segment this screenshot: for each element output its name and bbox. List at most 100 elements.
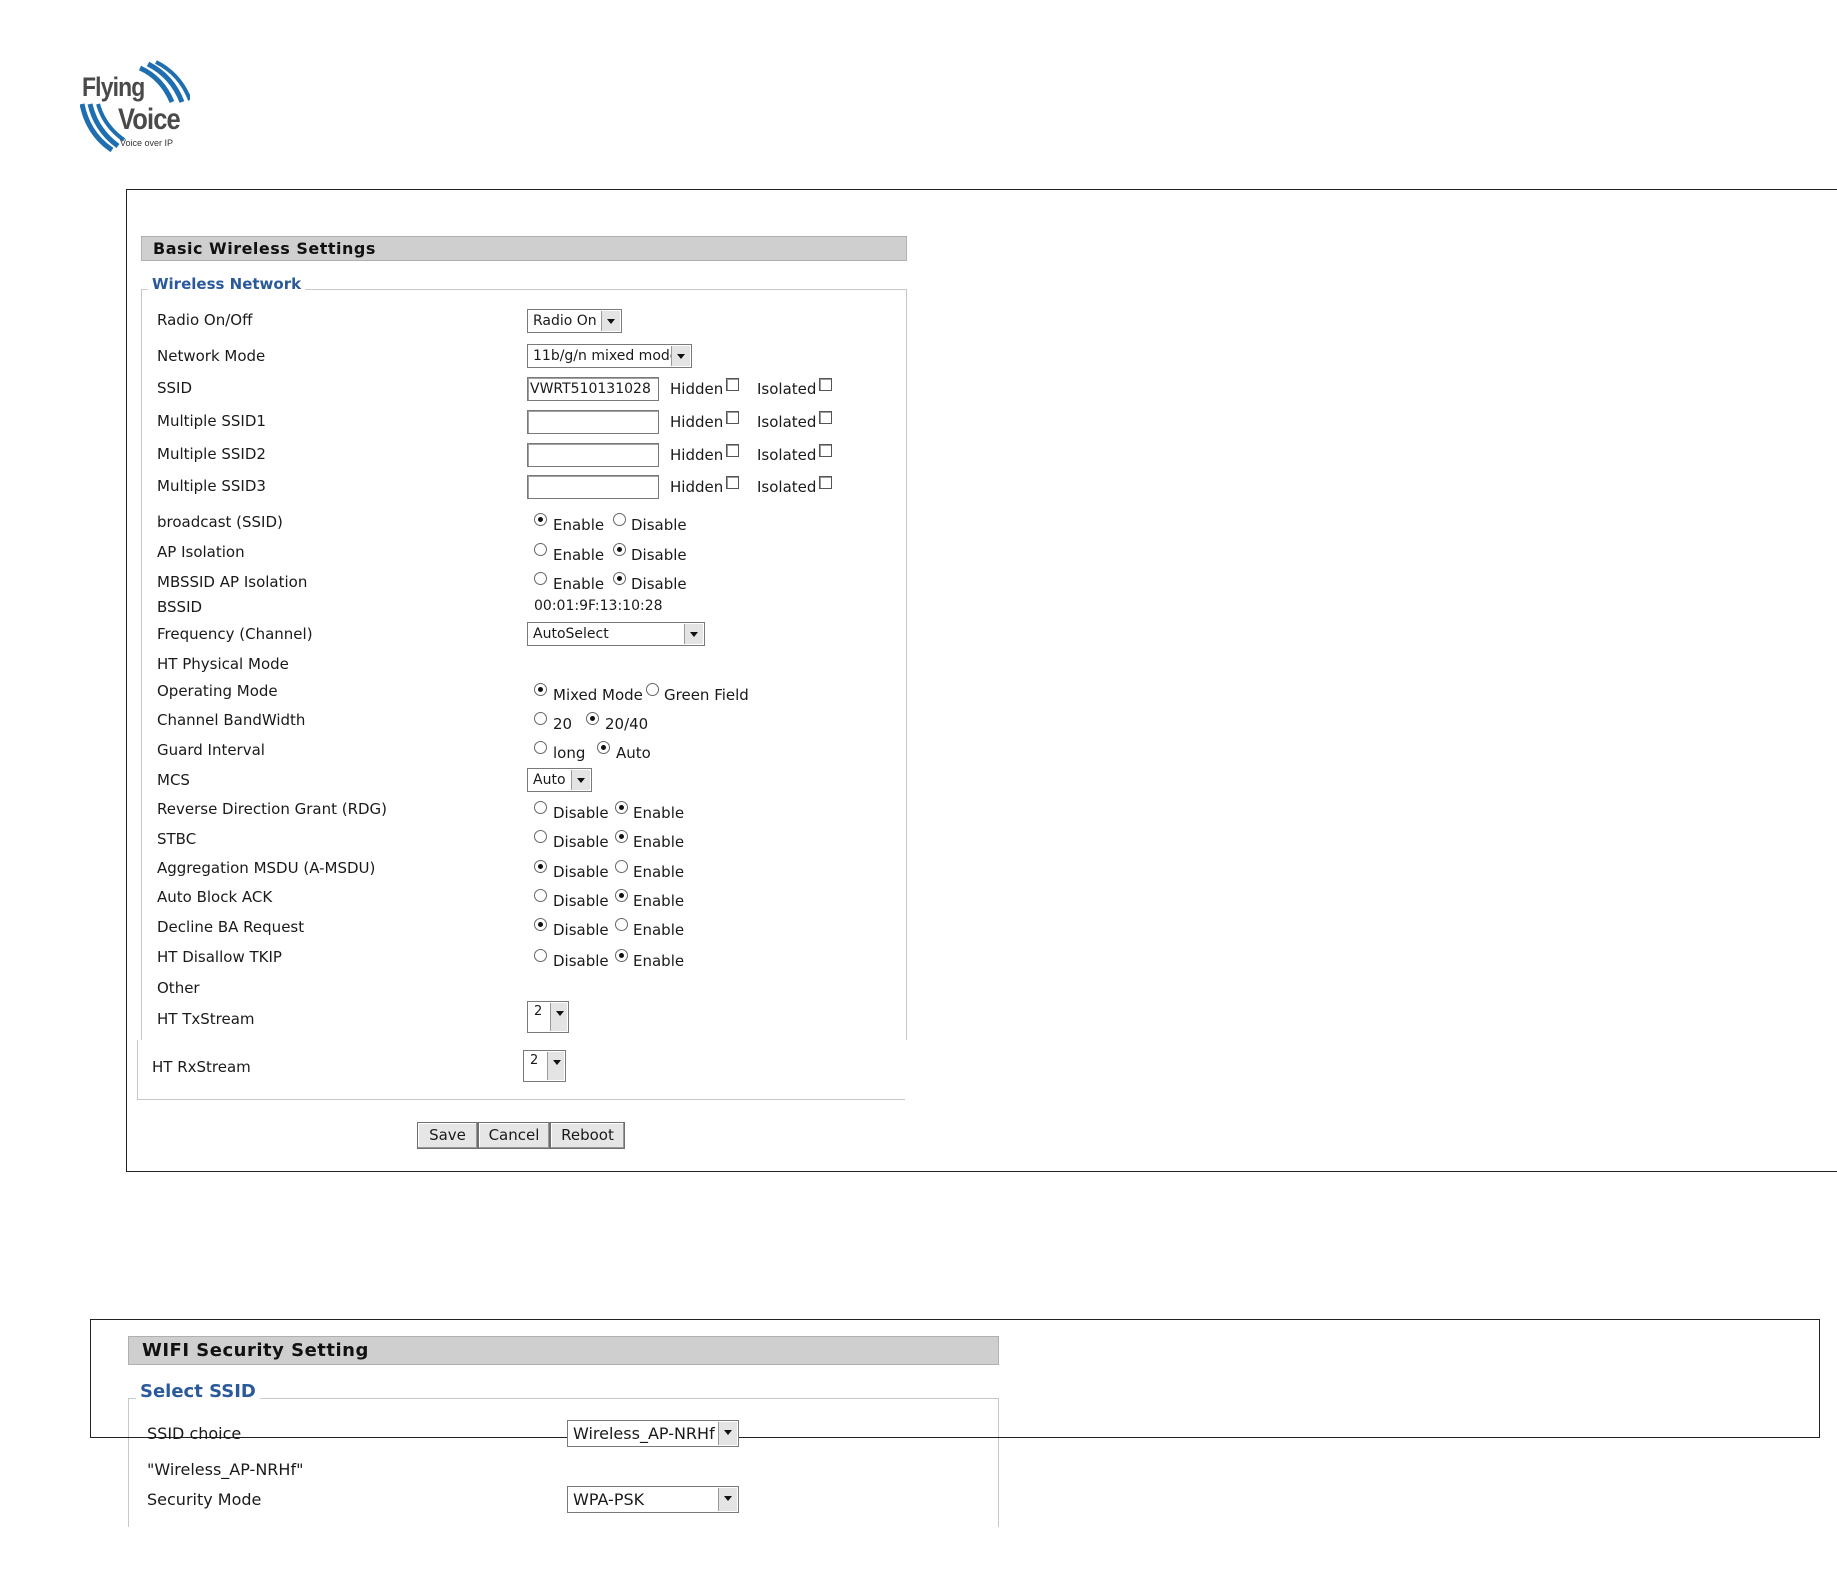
ht-tkip-disable-radio[interactable] bbox=[534, 949, 547, 962]
ap-isolation-enable-radio[interactable] bbox=[534, 543, 547, 556]
ssid-input[interactable]: VWRT510131028 bbox=[527, 377, 659, 401]
chevron-down-icon[interactable] bbox=[718, 1488, 737, 1511]
decline-ba-label: Decline BA Request bbox=[157, 918, 305, 936]
ht-rxstream-label: HT RxStream bbox=[152, 1058, 251, 1076]
amsdu-enable-label: Enable bbox=[633, 863, 685, 881]
ht-disallow-tkip-label: HT Disallow TKIP bbox=[157, 948, 282, 966]
operating-mode-label: Operating Mode bbox=[157, 682, 278, 700]
mbssid-isolation-enable-label: Enable bbox=[553, 575, 605, 593]
multiple-ssid2-hidden-checkbox[interactable] bbox=[726, 444, 739, 457]
decline-ba-enable-radio[interactable] bbox=[615, 918, 628, 931]
amsdu-disable-radio[interactable] bbox=[534, 860, 547, 873]
ssid-choice-label: SSID choice bbox=[147, 1424, 242, 1443]
mcs-select[interactable]: Auto bbox=[527, 768, 592, 792]
chevron-down-icon[interactable] bbox=[571, 770, 590, 790]
rdg-disable-radio[interactable] bbox=[534, 801, 547, 814]
mcs-label: MCS bbox=[157, 771, 190, 789]
amsdu-enable-radio[interactable] bbox=[615, 860, 628, 873]
network-mode-value: 11b/g/n mixed mode bbox=[533, 348, 679, 364]
security-mode-value: WPA-PSK bbox=[573, 1490, 645, 1509]
auto-block-ack-disable-radio[interactable] bbox=[534, 889, 547, 902]
amsdu-label: Aggregation MSDU (A-MSDU) bbox=[157, 859, 376, 877]
auto-block-ack-enable-radio[interactable] bbox=[615, 889, 628, 902]
cancel-button[interactable]: Cancel bbox=[478, 1122, 550, 1149]
security-mode-select[interactable]: WPA-PSK bbox=[567, 1486, 739, 1513]
auto-block-ack-enable-label: Enable bbox=[633, 892, 685, 910]
multiple-ssid1-label: Multiple SSID1 bbox=[157, 412, 266, 430]
ht-txstream-value: 2 bbox=[534, 1004, 543, 1019]
save-button[interactable]: Save bbox=[417, 1122, 478, 1149]
multiple-ssid3-hidden-checkbox[interactable] bbox=[726, 476, 739, 489]
bandwidth-20-radio[interactable] bbox=[534, 712, 547, 725]
multiple-ssid2-isolated-checkbox[interactable] bbox=[819, 444, 832, 457]
multiple-ssid2-label: Multiple SSID2 bbox=[157, 445, 266, 463]
broadcast-enable-label: Enable bbox=[553, 516, 605, 534]
channel-bandwidth-label: Channel BandWidth bbox=[157, 711, 306, 729]
ht-tkip-disable-label: Disable bbox=[553, 952, 609, 970]
guard-auto-label: Auto bbox=[616, 744, 651, 762]
guard-interval-label: Guard Interval bbox=[157, 741, 265, 759]
ssid-choice-select[interactable]: Wireless_AP-NRHf bbox=[567, 1420, 739, 1447]
ht-txstream-select[interactable]: 2 bbox=[527, 1001, 569, 1033]
multiple-ssid3-isolated-label: Isolated bbox=[757, 478, 817, 496]
mbssid-isolation-disable-label: Disable bbox=[631, 575, 687, 593]
multiple-ssid1-isolated-label: Isolated bbox=[757, 413, 817, 431]
wireless-network-fieldset-lower bbox=[137, 1040, 905, 1100]
multiple-ssid2-input[interactable] bbox=[527, 443, 659, 467]
chevron-down-icon[interactable] bbox=[547, 1052, 564, 1080]
broadcast-disable-label: Disable bbox=[631, 516, 687, 534]
guard-long-label: long bbox=[553, 744, 586, 762]
chevron-down-icon[interactable] bbox=[684, 624, 703, 644]
broadcast-disable-radio[interactable] bbox=[613, 513, 626, 526]
stbc-disable-radio[interactable] bbox=[534, 830, 547, 843]
broadcast-enable-radio[interactable] bbox=[534, 513, 547, 526]
mbssid-isolation-label: MBSSID AP Isolation bbox=[157, 573, 308, 591]
mbssid-isolation-enable-radio[interactable] bbox=[534, 572, 547, 585]
operating-green-radio[interactable] bbox=[646, 683, 659, 696]
network-mode-select[interactable]: 11b/g/n mixed mode bbox=[527, 344, 692, 368]
rdg-enable-radio[interactable] bbox=[615, 801, 628, 814]
mbssid-isolation-disable-radio[interactable] bbox=[613, 572, 626, 585]
multiple-ssid2-hidden-label: Hidden bbox=[670, 446, 724, 464]
amsdu-disable-label: Disable bbox=[553, 863, 609, 881]
basic-wireless-title: Basic Wireless Settings bbox=[141, 236, 907, 261]
bandwidth-2040-label: 20/40 bbox=[605, 715, 649, 733]
decline-ba-disable-radio[interactable] bbox=[534, 918, 547, 931]
ap-isolation-disable-radio[interactable] bbox=[613, 543, 626, 556]
rdg-disable-label: Disable bbox=[553, 804, 609, 822]
rdg-enable-label: Enable bbox=[633, 804, 685, 822]
multiple-ssid3-isolated-checkbox[interactable] bbox=[819, 476, 832, 489]
radio-onoff-select[interactable]: Radio On bbox=[527, 309, 622, 333]
ssid-isolated-label: Isolated bbox=[757, 380, 817, 398]
broadcast-ssid-label: broadcast (SSID) bbox=[157, 513, 283, 531]
chevron-down-icon[interactable] bbox=[550, 1003, 567, 1031]
ht-rxstream-select[interactable]: 2 bbox=[523, 1050, 566, 1082]
bssid-label: BSSID bbox=[157, 598, 203, 616]
ht-txstream-label: HT TxStream bbox=[157, 1010, 255, 1028]
multiple-ssid1-hidden-checkbox[interactable] bbox=[726, 411, 739, 424]
multiple-ssid1-input[interactable] bbox=[527, 410, 659, 434]
stbc-disable-label: Disable bbox=[553, 833, 609, 851]
bandwidth-20-label: 20 bbox=[553, 715, 573, 733]
chevron-down-icon[interactable] bbox=[671, 346, 690, 366]
ssid-hidden-checkbox[interactable] bbox=[726, 378, 739, 391]
multiple-ssid3-input[interactable] bbox=[527, 475, 659, 499]
chevron-down-icon[interactable] bbox=[601, 311, 620, 331]
reboot-button[interactable]: Reboot bbox=[550, 1122, 625, 1149]
operating-mixed-radio[interactable] bbox=[534, 683, 547, 696]
chevron-down-icon[interactable] bbox=[718, 1422, 737, 1445]
guard-long-radio[interactable] bbox=[534, 741, 547, 754]
flying-voice-logo: Flying Voice Voice over IP bbox=[80, 60, 190, 155]
frequency-select[interactable]: AutoSelect bbox=[527, 622, 705, 646]
bssid-value: 00:01:9F:13:10:28 bbox=[534, 598, 663, 614]
bandwidth-2040-radio[interactable] bbox=[586, 712, 599, 725]
stbc-enable-radio[interactable] bbox=[615, 830, 628, 843]
ssid-label: SSID bbox=[157, 379, 193, 397]
ssid-isolated-checkbox[interactable] bbox=[819, 378, 832, 391]
ht-rxstream-value: 2 bbox=[530, 1053, 539, 1068]
guard-auto-radio[interactable] bbox=[597, 741, 610, 754]
stbc-label: STBC bbox=[157, 830, 197, 848]
logo-text-flying: Flying bbox=[82, 72, 145, 102]
ht-tkip-enable-radio[interactable] bbox=[615, 949, 628, 962]
multiple-ssid1-isolated-checkbox[interactable] bbox=[819, 411, 832, 424]
